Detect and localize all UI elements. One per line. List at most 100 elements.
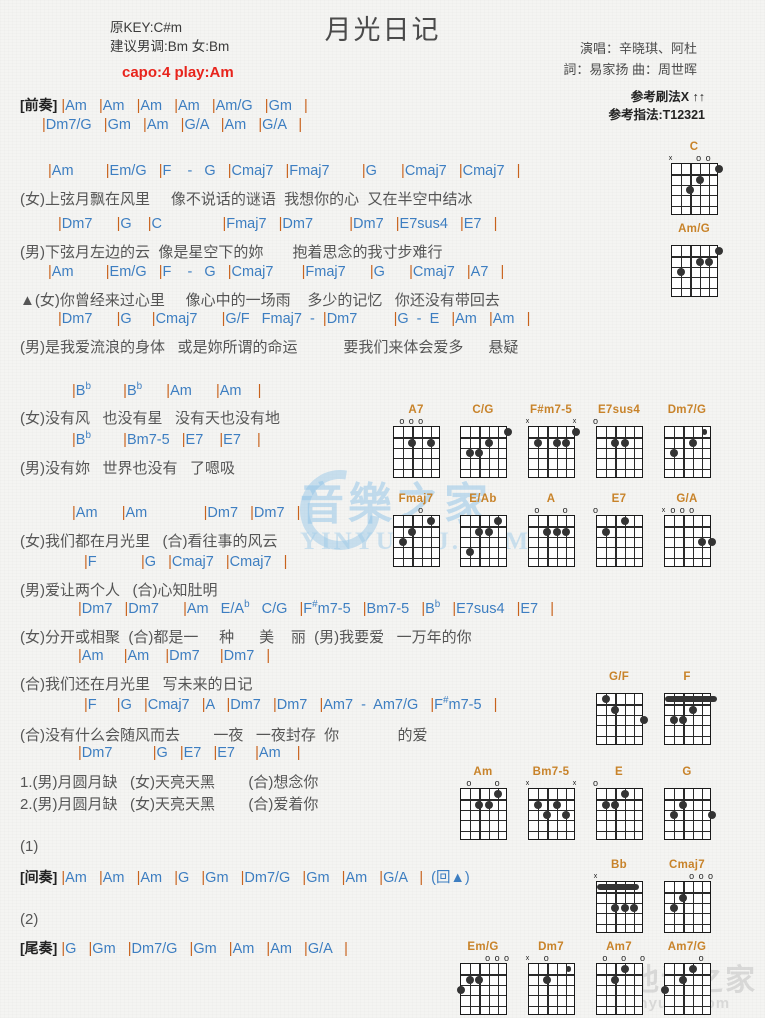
- lyric-line: (女)分开或相聚 (合)都是一 种 美 丽 (男)我要爱 一万年的你: [20, 629, 472, 646]
- chord-diagram-bm7-5: Bm7-5 x x: [522, 765, 580, 840]
- chord-diagram-em-g: Em/G o o o: [454, 940, 512, 1015]
- fretboard-grid: [660, 963, 711, 1015]
- finger-dot: [620, 790, 629, 799]
- open-string-markers: o: [592, 505, 599, 515]
- finger-dot: [503, 428, 512, 437]
- finger-dot: [630, 904, 639, 912]
- chord-line: |F |G |Cmaj7 |Cmaj7 |: [84, 554, 288, 570]
- finger-dot: [475, 975, 484, 984]
- lyric-line: ▲(女)你曾经来过心里 像心中的一场雨 多少的记忆 你还没有带回去: [20, 292, 500, 309]
- finger-dot: [714, 165, 723, 174]
- finger-dot: [611, 705, 620, 714]
- open-string-markers: o: [592, 416, 599, 426]
- finger-dot: [688, 705, 697, 714]
- fretboard-grid: [595, 963, 643, 1015]
- fretboard-grid: [456, 963, 507, 1015]
- finger-dot: [601, 527, 610, 536]
- chord-diagram-dm7-g: Dm7/G: [658, 403, 716, 478]
- open-string-markers: [454, 417, 512, 426]
- finger-dot: [639, 716, 648, 724]
- chord-diagram-c-g: C/G: [454, 403, 512, 478]
- lyric-line: (合)没有什么会随风而去 一夜 一夜封存 你 的爱: [20, 727, 428, 744]
- finger-dot: [707, 538, 716, 546]
- fretboard-grid: [670, 245, 723, 297]
- chord-line: |Am |Am |Dm7 |Dm7 |: [78, 648, 271, 664]
- finger-dot: [475, 800, 484, 809]
- lyric-line: (女)上弦月飘在风里 像不说话的谜语 我想你的心 又在半空中结冰: [20, 191, 473, 208]
- chord-diagram-label: C: [689, 141, 699, 153]
- fretboard-grid: [527, 515, 575, 567]
- finger-dot: [669, 449, 678, 457]
- fretboard-grid: [595, 788, 643, 840]
- barre-bar: [702, 429, 708, 436]
- writer-credit: 詞：易家扬 曲：周世晖: [563, 62, 697, 77]
- chord-diagram-label: Dm7/G: [667, 404, 707, 416]
- chord-diagram-label: Cmaj7: [668, 859, 706, 871]
- finger-dot: [679, 800, 688, 809]
- chord-line: |Dm7 |Dm7 |Am E/Ab C/G |F#m7-5 |Bm7-5 |B…: [78, 599, 554, 617]
- chord-diagram-label: Am7: [606, 941, 632, 953]
- open-string-markers: xx: [525, 780, 577, 787]
- chord-line: |Am |Em/G |F - G |Cmaj7 |Fmaj7 |G |Cmaj7…: [48, 264, 505, 280]
- open-string-markers: xooo: [661, 505, 695, 515]
- fretboard-grid: [663, 693, 717, 745]
- finger-dot: [484, 438, 493, 447]
- fretboard-grid: [663, 426, 711, 478]
- chord-diagram-a7: A7 o o o: [387, 403, 445, 478]
- finger-dot: [601, 695, 610, 704]
- open-string-markers: oo: [466, 778, 500, 788]
- finger-dot: [484, 800, 493, 809]
- finger-dot: [695, 175, 704, 184]
- open-string-markers: [658, 779, 716, 788]
- chord-diagram-label: Am/G: [678, 223, 710, 235]
- chord-diagram-a: Aoo: [522, 492, 580, 567]
- open-string-markers: o: [698, 953, 704, 963]
- fretboard-grid: [392, 515, 440, 567]
- finger-dot: [465, 975, 474, 984]
- finger-dot: [620, 438, 629, 447]
- finger-dot: [714, 247, 723, 256]
- chord-diagram-label: G: [682, 766, 692, 778]
- finger-dot: [611, 438, 620, 447]
- finger-dot: [620, 517, 629, 526]
- finger-dot: [465, 449, 474, 457]
- open-string-markers: [590, 684, 648, 693]
- fretboard-grid: [663, 788, 716, 840]
- chord-diagram-label: E7sus4: [597, 404, 641, 416]
- open-string-markers: ooo: [689, 871, 714, 881]
- chord-diagram-label: F: [683, 671, 691, 683]
- chord-line: |Am |Am |Dm7 |Dm7 |: [72, 505, 301, 521]
- lyric-line: (男)没有妳 世界也没有 了嗯吸: [20, 460, 235, 477]
- finger-dot: [679, 716, 688, 724]
- chord-diagram-label: Bb: [611, 859, 627, 871]
- lyric-line: (女)没有风 也没有星 没有天也没有地: [20, 410, 280, 427]
- chord-line: |F |G |Cmaj7 |A |Dm7 |Dm7 |Am7 - Am7/G |…: [84, 695, 498, 713]
- chord-diagram-label: E/Ab: [469, 493, 497, 505]
- finger-dot: [465, 548, 474, 557]
- suggested-key: 建议男调:Bm 女:Bm: [110, 39, 230, 54]
- chord-line: |Bb |Bb |Am |Am |: [72, 381, 262, 399]
- open-string-markers: ooo: [602, 953, 646, 963]
- original-key: 原KEY:C#m: [110, 20, 183, 35]
- finger-dot: [408, 527, 417, 536]
- finger-dot: [533, 800, 542, 809]
- finger-dot: [611, 800, 620, 809]
- fretboard-grid: [595, 515, 643, 567]
- chord-line: [前奏] |Am |Am |Am |Am |Am/G |Gm |: [20, 97, 308, 114]
- chord-line: |Dm7/G |Gm |Am |G/A |Am |G/A |: [42, 117, 303, 133]
- chord-diagram-g-f: G/F: [590, 670, 648, 745]
- lyric-line: (男)是我爱流浪的身体 或是妳所谓的命运 要我们来体会爱多 悬疑: [20, 339, 519, 356]
- chord-diagram-label: Am7/G: [667, 941, 707, 953]
- finger-dot: [669, 811, 678, 819]
- fretboard-grid: [527, 963, 575, 1015]
- finger-dot: [427, 517, 436, 526]
- open-string-markers: xo: [525, 953, 549, 963]
- chord-diagram-bb: Bb x: [590, 858, 648, 933]
- singer-credit: 演唱：辛晓琪、阿杜: [579, 41, 697, 56]
- lyric-line: (2): [20, 911, 39, 928]
- chord-line: |Dm7 |G |Cmaj7 |G/F Fmaj7 - |Dm7 |G - E …: [58, 311, 531, 327]
- open-string-markers: [658, 684, 716, 693]
- chord-diagram-f-m7-5: F#m7-5 x x: [522, 403, 580, 478]
- chord-diagram-g-a: G/A x o o o: [658, 492, 716, 567]
- finger-dot: [543, 811, 552, 819]
